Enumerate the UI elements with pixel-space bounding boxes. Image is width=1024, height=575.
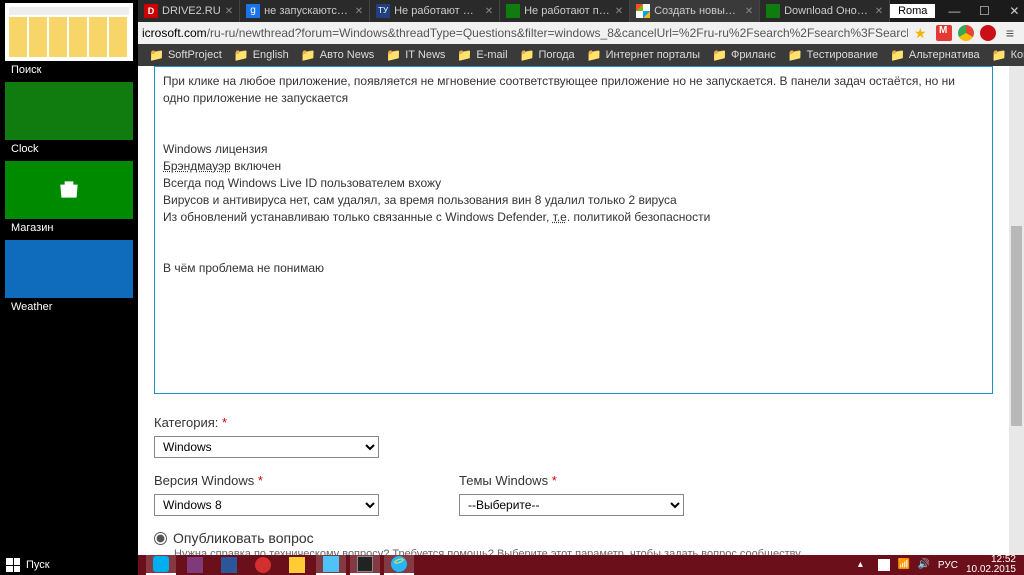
folder-icon: 📁 (386, 48, 401, 62)
tab-favicon (766, 4, 780, 18)
browser-tab[interactable]: ТУ Не работают Metro- ✕ (370, 0, 500, 22)
tab-label: Download Оновленн (784, 5, 871, 17)
window-titlebar: D DRIVE2.RU ✕ g не запускаются при ✕ ТУ Не рабо… (0, 0, 1024, 22)
tab-label: не запускаются при (264, 5, 351, 17)
publish-hint: Нужна справка по техническому вопросу? Т… (174, 548, 993, 555)
tile-clock[interactable]: Clock (5, 82, 133, 158)
tile-weather[interactable]: Weather (5, 240, 133, 316)
tray-network-icon[interactable]: 📶 (898, 559, 910, 571)
browser-tab[interactable]: Создать новый вопр ✕ (630, 0, 760, 22)
maximize-button[interactable]: ☐ (973, 4, 995, 18)
browser-tab[interactable]: g не запускаются при ✕ (240, 0, 370, 22)
taskbar-app-taskmgr[interactable] (316, 555, 346, 575)
tab-label: Не работают Metro- (394, 5, 481, 17)
folder-icon: 📁 (149, 48, 164, 62)
menu-icon[interactable]: ≡ (1002, 25, 1018, 41)
folder-icon: 📁 (712, 48, 727, 62)
category-label: Категория: * (154, 415, 227, 430)
folder-icon: 📁 (234, 48, 249, 62)
publish-label: Опубликовать вопрос (173, 530, 314, 546)
tab-favicon (506, 4, 520, 18)
taskbar-app-cmd[interactable] (350, 555, 380, 575)
bookmark-folder[interactable]: 📁Контекст (987, 48, 1024, 62)
bookmark-folder[interactable]: 📁Погода (515, 48, 580, 62)
start-tiles-panel: Поиск Clock Магазин Weather (0, 0, 138, 555)
folder-icon: 📁 (890, 48, 905, 62)
bookmark-folder[interactable]: 📁English (229, 48, 294, 62)
wintheme-select[interactable]: --Выберите-- (459, 494, 684, 516)
bookmarks-bar: 📁SoftProject📁English📁Авто News📁IT News📁E… (138, 44, 1024, 66)
url-display: icrosoft.com/ru-ru/newthread?forum=Windo… (138, 26, 908, 40)
taskbar-app-skype[interactable] (146, 555, 176, 575)
bookmark-folder[interactable]: 📁Альтернатива (885, 48, 985, 62)
winver-select[interactable]: Windows 8 (154, 494, 379, 516)
tab-close-icon[interactable]: ✕ (355, 6, 363, 17)
taskbar: Пуск ▴ 📶 🔊 РУС 12:5210.02.2015 (0, 555, 1024, 575)
bookmark-folder[interactable]: 📁E-mail (452, 48, 512, 62)
browser-tabs: D DRIVE2.RU ✕ g не запускаются при ✕ ТУ Не рабо… (138, 0, 890, 22)
folder-icon: 📁 (520, 48, 535, 62)
chrome-icon[interactable] (958, 25, 974, 41)
tab-favicon: g (246, 4, 260, 18)
tray-lang[interactable]: РУС (938, 560, 958, 571)
tray-clock[interactable]: 12:5210.02.2015 (966, 555, 1016, 575)
winver-label: Версия Windows * (154, 473, 263, 488)
wintheme-label: Темы Windows * (459, 473, 557, 488)
tray-up-icon[interactable]: ▴ (858, 559, 870, 571)
gmail-icon[interactable] (936, 25, 952, 41)
tray-action-icon[interactable] (878, 559, 890, 571)
tab-close-icon[interactable]: ✕ (615, 6, 623, 17)
folder-icon: 📁 (587, 48, 602, 62)
system-tray: ▴ 📶 🔊 РУС 12:5210.02.2015 (858, 555, 1024, 575)
category-select[interactable]: Windows (154, 436, 379, 458)
user-badge[interactable]: Roma (890, 4, 935, 18)
taskbar-apps (138, 555, 414, 575)
tray-volume-icon[interactable]: 🔊 (918, 559, 930, 571)
bookmark-folder[interactable]: 📁Интернет порталы (582, 48, 705, 62)
tile-search[interactable]: Поиск (5, 3, 133, 79)
bookmark-folder[interactable]: 📁IT News (381, 48, 450, 62)
scrollbar-thumb[interactable] (1011, 226, 1022, 426)
folder-icon: 📁 (301, 48, 316, 62)
windows-logo-icon (6, 558, 20, 572)
page-content: При клике на любое приложение, появляетс… (138, 66, 1009, 555)
tile-store[interactable]: Магазин (5, 161, 133, 237)
address-bar[interactable]: icrosoft.com/ru-ru/newthread?forum=Windo… (138, 22, 1024, 44)
tab-favicon: ТУ (376, 4, 390, 18)
question-body-textarea[interactable]: При клике на любое приложение, появляетс… (154, 66, 993, 394)
folder-icon: 📁 (992, 48, 1007, 62)
bookmark-folder[interactable]: 📁SoftProject (144, 48, 227, 62)
start-button[interactable]: Пуск (0, 555, 138, 575)
folder-icon: 📁 (457, 48, 472, 62)
browser-tab[interactable]: Не работают прило ✕ (500, 0, 630, 22)
opera-icon[interactable] (980, 25, 996, 41)
tab-label: DRIVE2.RU (162, 5, 221, 17)
tab-close-icon[interactable]: ✕ (225, 6, 233, 17)
bookmark-folder[interactable]: 📁Тестирование (783, 48, 883, 62)
browser-tab[interactable]: Download Оновленн ✕ (760, 0, 890, 22)
browser-tab[interactable]: D DRIVE2.RU ✕ (138, 0, 240, 22)
taskbar-app-word[interactable] (214, 556, 244, 574)
taskbar-app-ie[interactable] (384, 555, 414, 575)
tab-label: Не работают прило (524, 5, 611, 17)
tab-close-icon[interactable]: ✕ (745, 6, 753, 17)
minimize-button[interactable]: — (943, 4, 965, 18)
bookmark-star-icon[interactable]: ★ (914, 25, 930, 41)
tab-label: Создать новый вопр (654, 5, 741, 17)
taskbar-app-ccleaner[interactable] (248, 556, 278, 574)
tab-favicon (636, 4, 650, 18)
publish-option[interactable]: Опубликовать вопрос (154, 530, 993, 546)
close-button[interactable]: ✕ (1003, 4, 1024, 18)
tab-favicon: D (144, 4, 158, 18)
bookmark-folder[interactable]: 📁Фриланс (707, 48, 781, 62)
bookmark-folder[interactable]: 📁Авто News (296, 48, 380, 62)
tab-close-icon[interactable]: ✕ (875, 6, 883, 17)
taskbar-app-explorer[interactable] (282, 556, 312, 574)
taskbar-app-onenote[interactable] (180, 556, 210, 574)
vertical-scrollbar[interactable] (1009, 66, 1024, 555)
publish-radio[interactable] (154, 532, 167, 545)
tab-close-icon[interactable]: ✕ (485, 6, 493, 17)
folder-icon: 📁 (788, 48, 803, 62)
